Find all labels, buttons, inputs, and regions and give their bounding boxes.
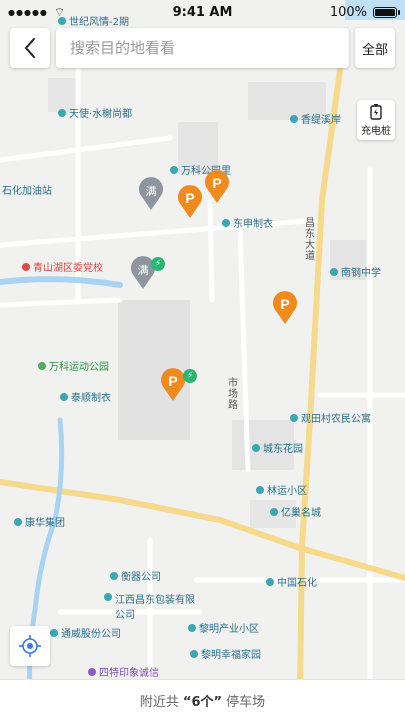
- poi-dot-icon: [58, 108, 66, 117]
- poi[interactable]: 万科运动公园: [38, 358, 109, 373]
- charging-badge-icon: ⚡: [151, 257, 165, 271]
- poi[interactable]: 南钢中学: [330, 264, 381, 279]
- party-school-icon: [22, 262, 30, 271]
- parking-marker[interactable]: P: [272, 291, 298, 325]
- poi[interactable]: 城东花园: [252, 440, 303, 455]
- poi[interactable]: 四特印象诚信: [88, 664, 159, 679]
- poi-dot-icon: [14, 517, 22, 526]
- locate-button[interactable]: [10, 626, 50, 666]
- status-time: 9:41 AM: [172, 4, 233, 20]
- poi-dot-icon: [88, 667, 96, 676]
- search-input[interactable]: [68, 38, 337, 58]
- poi-dot-icon: [170, 165, 178, 174]
- poi-dot-icon: [110, 571, 118, 580]
- full-parking-marker[interactable]: 满: [138, 177, 164, 211]
- poi-layer: 世纪风情-2期 天使·水榭尚都 香缇溪岸 万科公园里 东申制衣 石化加油站 青山…: [0, 0, 405, 720]
- poi[interactable]: 青山湖区委党校: [22, 259, 103, 274]
- poi-dot-icon: [290, 114, 298, 123]
- poi[interactable]: 康华集团: [14, 514, 65, 529]
- battery-charging-icon: [370, 103, 382, 120]
- status-right: 100%: [329, 4, 400, 20]
- chevron-left-icon: [24, 38, 35, 58]
- parking-marker[interactable]: P: [177, 185, 203, 219]
- svg-text:P: P: [185, 190, 194, 206]
- poi-dot-icon: [290, 413, 298, 422]
- battery-percent: 100%: [329, 4, 367, 20]
- charging-station-label: 充电桩: [361, 125, 391, 137]
- poi[interactable]: 亿巢名城: [270, 504, 321, 519]
- poi[interactable]: 观田村农民公寓: [290, 410, 371, 425]
- poi-dot-icon: [104, 593, 112, 601]
- poi-dot-icon: [222, 218, 230, 227]
- poi[interactable]: 衡器公司: [110, 568, 161, 583]
- parking-marker[interactable]: P: [204, 170, 230, 204]
- road-label-changdong: 昌东大道: [305, 218, 315, 262]
- status-bar: ●●●●● ⌔ 9:41 AM 100%: [0, 0, 405, 24]
- poi[interactable]: 泰顺制衣: [60, 389, 111, 404]
- poi[interactable]: 石化加油站: [2, 182, 52, 197]
- summary-prefix: 附近共: [139, 694, 179, 710]
- poi[interactable]: 林运小区: [256, 482, 307, 497]
- poi[interactable]: 江西昌东包装有限公司: [104, 591, 204, 621]
- parking-marker[interactable]: P: [160, 368, 186, 402]
- svg-text:满: 满: [146, 185, 157, 198]
- back-button[interactable]: [10, 28, 50, 68]
- svg-text:P: P: [168, 373, 177, 389]
- wifi-icon: ⌔: [53, 4, 66, 19]
- park-icon: [38, 361, 46, 370]
- search-box[interactable]: [56, 28, 349, 68]
- poi-dot-icon: [330, 267, 338, 276]
- poi[interactable]: 通威股份公司: [50, 625, 121, 640]
- poi-dot-icon: [60, 392, 68, 401]
- poi[interactable]: 香缇溪岸: [290, 111, 341, 126]
- poi-dot-icon: [188, 623, 196, 632]
- top-bar: 全部: [10, 28, 395, 68]
- crosshair-icon: [19, 635, 41, 657]
- svg-text:P: P: [280, 296, 289, 312]
- poi-dot-icon: [266, 577, 274, 586]
- poi-dot-icon: [256, 485, 264, 494]
- battery-icon: [373, 6, 400, 18]
- signal-icon: ●●●●●: [8, 7, 48, 17]
- road-label-shichang: 市场路: [228, 378, 238, 411]
- parking-count: “6个”: [182, 694, 223, 710]
- poi[interactable]: 黎明产业小区: [188, 620, 259, 635]
- poi[interactable]: 中国石化: [266, 574, 317, 589]
- charging-badge-icon: ⚡: [183, 369, 197, 383]
- summary-suffix: 停车场: [226, 694, 266, 710]
- charging-station-button[interactable]: 充电桩: [357, 100, 395, 140]
- poi-dot-icon: [190, 649, 198, 658]
- poi[interactable]: 东申制衣: [222, 215, 273, 230]
- status-left: ●●●●● ⌔: [8, 5, 65, 20]
- svg-text:P: P: [212, 175, 221, 191]
- poi-dot-icon: [50, 628, 58, 637]
- poi-dot-icon: [252, 443, 260, 452]
- poi[interactable]: 天使·水榭尚都: [58, 105, 132, 120]
- poi-dot-icon: [270, 507, 278, 516]
- poi[interactable]: 黎明幸福家园: [190, 646, 261, 661]
- nearby-parking-summary[interactable]: 附近共 “6个” 停车场: [0, 679, 405, 720]
- svg-text:满: 满: [138, 264, 149, 277]
- all-filter-button[interactable]: 全部: [355, 28, 395, 68]
